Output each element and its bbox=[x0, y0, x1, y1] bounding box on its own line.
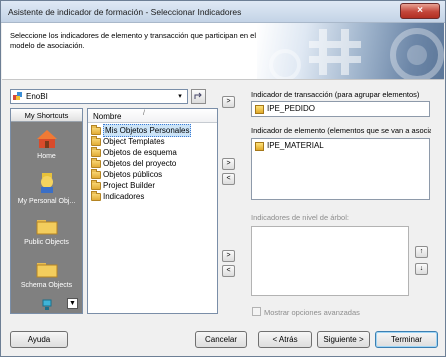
shortcut-schema-objects[interactable]: Schema Objects bbox=[11, 260, 82, 289]
project-icon bbox=[13, 92, 22, 100]
transaction-value: IPE_PEDIDO bbox=[267, 104, 316, 113]
next-button[interactable]: Siguiente > bbox=[317, 331, 370, 348]
folder-icon bbox=[91, 136, 101, 146]
element-list-item[interactable]: IPE_MATERIAL bbox=[267, 141, 324, 150]
metric-icon bbox=[255, 105, 264, 114]
folder-icon bbox=[91, 147, 101, 157]
title-bar: Asistente de indicador de formación - Se… bbox=[1, 1, 445, 23]
move-down-button[interactable]: ↓ bbox=[415, 263, 428, 275]
transaction-label: Indicador de transacción (para agrupar e… bbox=[251, 90, 420, 99]
shortcut-schema-objects-label: Schema Objects bbox=[20, 282, 73, 289]
window-title: Asistente de indicador de formación - Se… bbox=[8, 7, 242, 17]
home-icon bbox=[36, 130, 57, 148]
shortcut-home-label: Home bbox=[37, 153, 56, 160]
list-item[interactable]: Objetos del proyecto bbox=[90, 158, 216, 169]
name-column-header[interactable]: Nombre / bbox=[88, 109, 217, 123]
tree-level-label: Indicadores de nivel de árbol: bbox=[251, 213, 349, 222]
up-folder-icon bbox=[194, 92, 202, 99]
shortcuts-scroll-down-button[interactable]: ▼ bbox=[67, 298, 78, 309]
list-item-label: Indicadores bbox=[103, 192, 145, 201]
folder-icon bbox=[91, 180, 101, 190]
add-tree-level-button[interactable]: > bbox=[222, 250, 235, 262]
network-icon bbox=[42, 299, 52, 310]
shortcuts-title: My Shortcuts bbox=[11, 109, 82, 122]
header-description: Seleccione los indicadores de elemento y… bbox=[10, 31, 256, 50]
list-item[interactable]: Mis Objetos Personales bbox=[90, 124, 216, 137]
remove-tree-level-button[interactable]: < bbox=[222, 265, 235, 277]
help-button[interactable]: Ayuda bbox=[10, 331, 68, 348]
metric-icon bbox=[255, 142, 264, 151]
finish-button[interactable]: Terminar bbox=[375, 331, 438, 348]
transaction-field[interactable]: IPE_PEDIDO bbox=[251, 101, 430, 117]
close-icon[interactable]: × bbox=[400, 3, 440, 19]
folder-icon bbox=[36, 263, 57, 278]
folder-icon bbox=[91, 125, 101, 135]
shortcut-home[interactable]: Home bbox=[11, 129, 82, 160]
shortcut-public-objects-label: Public Objects bbox=[24, 239, 69, 246]
add-transaction-button[interactable]: > bbox=[222, 96, 235, 108]
personal-objects-icon bbox=[40, 173, 53, 193]
up-folder-button[interactable] bbox=[191, 89, 206, 104]
wizard-window: Asistente de indicador de formación - Se… bbox=[0, 0, 446, 357]
folder-icon bbox=[91, 169, 101, 179]
object-browser-list: Nombre / Mis Objetos Personales Object T… bbox=[87, 108, 218, 314]
advanced-options-checkbox[interactable] bbox=[252, 307, 261, 316]
shortcut-personal-objects[interactable]: My Personal Obj... bbox=[11, 172, 82, 205]
gear-graphic-icon bbox=[269, 28, 444, 79]
list-item[interactable]: Indicadores bbox=[90, 191, 216, 202]
list-item-label: Object Templates bbox=[103, 137, 165, 146]
add-element-button[interactable]: > bbox=[222, 158, 235, 170]
folder-icon bbox=[36, 220, 57, 235]
tree-level-list[interactable] bbox=[251, 226, 409, 296]
project-selector-value: EnoBI bbox=[26, 92, 48, 101]
list-item[interactable]: Object Templates bbox=[90, 136, 216, 147]
list-item-label: Objetos públicos bbox=[103, 170, 163, 179]
advanced-options-label: Mostrar opciones avanzadas bbox=[264, 308, 360, 317]
shortcut-public-objects[interactable]: Public Objects bbox=[11, 217, 82, 246]
back-button[interactable]: < Atrás bbox=[258, 331, 312, 348]
element-list[interactable]: IPE_MATERIAL bbox=[251, 138, 430, 200]
header-banner-image bbox=[257, 23, 444, 79]
shortcut-personal-objects-label: My Personal Obj... bbox=[17, 198, 76, 205]
folder-icon bbox=[91, 191, 101, 201]
list-item[interactable]: Objetos públicos bbox=[90, 169, 216, 180]
chevron-down-icon[interactable]: ▾ bbox=[174, 91, 186, 102]
wizard-header: Seleccione los indicadores de elemento y… bbox=[2, 23, 444, 80]
remove-element-button[interactable]: < bbox=[222, 173, 235, 185]
list-item[interactable]: Project Builder bbox=[90, 180, 216, 191]
list-item-label: Project Builder bbox=[103, 181, 156, 190]
folder-icon bbox=[91, 158, 101, 168]
cancel-button[interactable]: Cancelar bbox=[195, 331, 247, 348]
sort-indicator-icon: / bbox=[143, 110, 145, 117]
list-item[interactable]: Objetos de esquema bbox=[90, 147, 216, 158]
shortcuts-panel: My Shortcuts Home My Personal Obj... Pub bbox=[10, 108, 83, 314]
list-item-label: Objetos del proyecto bbox=[103, 159, 177, 168]
element-label: Indicador de elemento (elementos que se … bbox=[251, 126, 431, 135]
list-item-label: Objetos de esquema bbox=[103, 148, 177, 157]
move-up-button[interactable]: ↑ bbox=[415, 246, 428, 258]
name-column-label: Nombre bbox=[93, 112, 122, 121]
project-selector[interactable]: EnoBI ▾ bbox=[10, 89, 188, 104]
